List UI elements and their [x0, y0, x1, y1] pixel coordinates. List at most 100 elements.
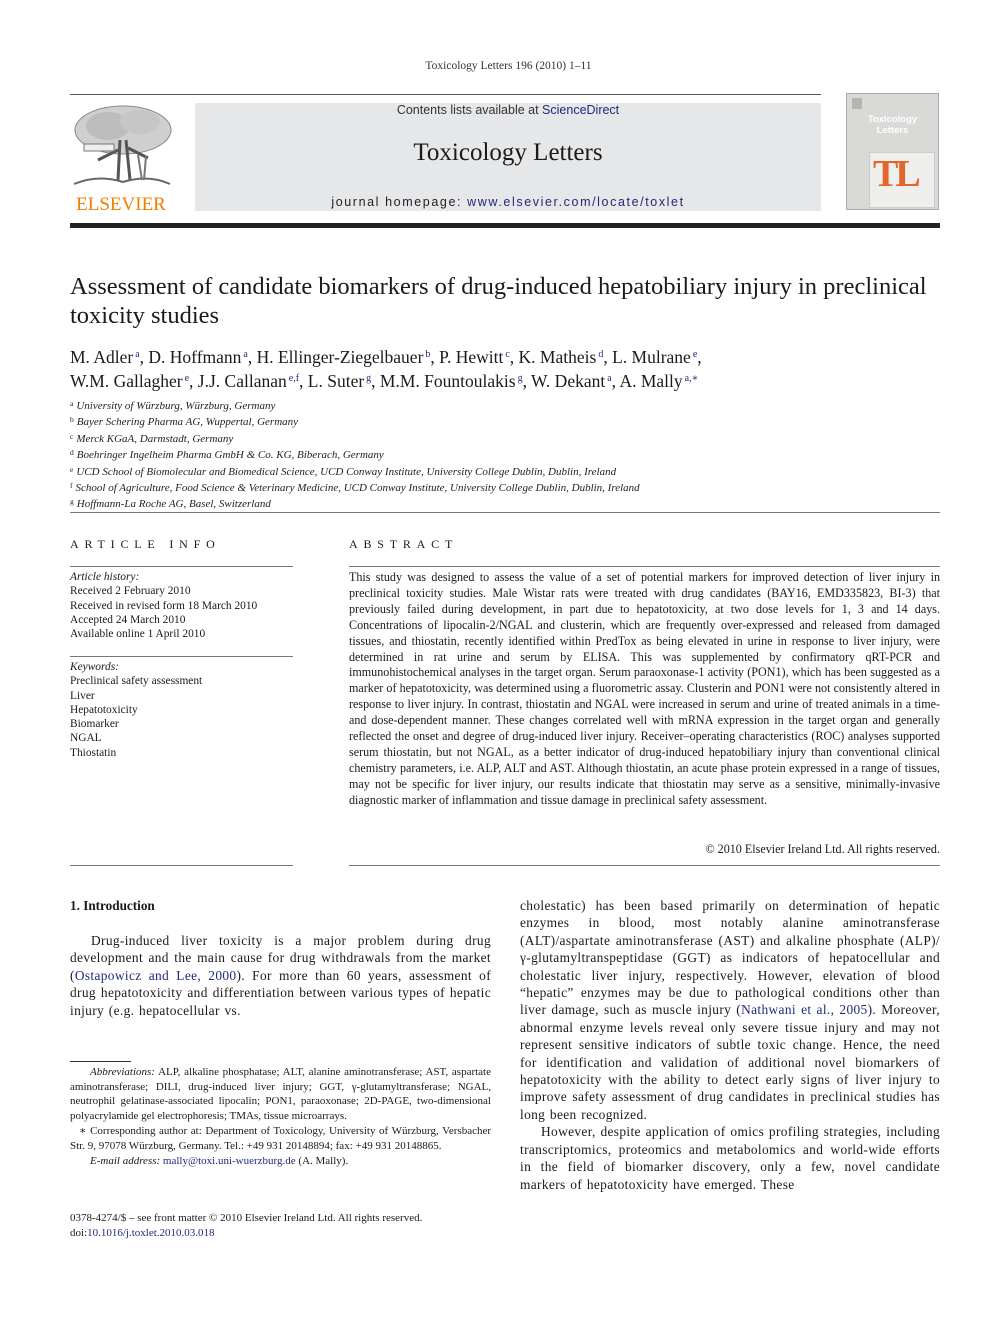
journal-cover[interactable]: Toxicology Letters TL	[846, 93, 939, 210]
affiliation-key: b	[70, 415, 74, 425]
affiliation-text: Bayer Schering Pharma AG, Wuppertal, Ger…	[76, 416, 299, 429]
author: P. Hewitt c,	[439, 347, 518, 367]
running-header: Toxicology Letters 196 (2010) 1–11	[425, 60, 592, 72]
corresponding-author-footnote: ∗ Corresponding author at: Department of…	[70, 1125, 491, 1152]
sciencedirect-link[interactable]: ScienceDirect	[542, 103, 619, 117]
citation-link[interactable]: Nathwani et al., 2005	[741, 1002, 868, 1017]
abstract-heading: ABSTRACT	[349, 537, 459, 551]
author-list: M. Adler a, D. Hoffmann a, H. Ellinger-Zie…	[70, 344, 940, 392]
author-name: W. Dekant	[531, 371, 606, 391]
intro-left-column: Drug-induced liver toxicity is a major p…	[70, 932, 491, 1019]
author-name: L. Mulrane	[612, 347, 691, 367]
author-name: W.M. Gallagher	[70, 371, 183, 391]
issn-line: 0378-4274/$ – see front matter © 2010 El…	[70, 1212, 423, 1224]
intro-right-column: cholestatic) has been based primarily on…	[520, 897, 940, 1193]
affiliation-key: d	[70, 448, 74, 458]
abbreviations-footnote: Abbreviations: ALP, alkaline phosphatase…	[70, 1065, 491, 1123]
banner-rule	[70, 223, 940, 228]
intro-paragraph: cholestatic) has been based primarily on…	[520, 897, 940, 1123]
affiliation: b Bayer Schering Pharma AG, Wuppertal, Ge…	[70, 413, 940, 429]
email-label: E-mail address:	[90, 1154, 161, 1167]
author: M. Adler a,	[70, 347, 148, 367]
author-separator: ,	[299, 371, 308, 391]
author-name: M. Adler	[70, 347, 134, 367]
author-name: M.M. Fountoulakis	[379, 371, 516, 391]
author-name: J.J. Callanan	[197, 371, 287, 391]
author: H. Ellinger-Ziegelbauer b,	[257, 347, 440, 367]
author-name: L. Suter	[307, 371, 365, 391]
journal-homepage: journal homepage: www.elsevier.com/locat…	[195, 195, 821, 209]
cover-publisher-icon	[852, 98, 862, 109]
author-name: P. Hewitt	[439, 347, 504, 367]
author: K. Matheis d,	[519, 347, 613, 367]
affiliation-list: a University of Würzburg, Würzburg, Germa…	[70, 397, 940, 512]
affiliation: e UCD School of Biomolecular and Biomedic…	[70, 463, 940, 479]
article-history: Article history: Received 2 February 201…	[70, 570, 293, 641]
affiliation-text: UCD School of Biomolecular and Biomedica…	[76, 465, 617, 478]
author-separator: ,	[371, 371, 380, 391]
author-separator: ,	[522, 371, 532, 391]
footnote-rule	[70, 1061, 131, 1062]
elsevier-wordmark: ELSEVIER	[76, 194, 166, 215]
email-suffix: (A. Mally).	[295, 1154, 349, 1167]
author-separator: ,	[509, 347, 519, 367]
affiliation-marker[interactable]: a,∗	[685, 373, 699, 384]
history-item: Available online 1 April 2010	[70, 628, 206, 641]
abbreviations-label: Abbreviations:	[90, 1066, 155, 1078]
intro-paragraph: Drug-induced liver toxicity is a major p…	[70, 932, 491, 1019]
doi-link[interactable]: 10.1016/j.toxlet.2010.03.018	[87, 1227, 214, 1239]
abstract-rule	[349, 566, 940, 567]
affiliation-key: f	[70, 481, 73, 491]
cover-title: Toxicology Letters	[847, 114, 938, 136]
author: W. Dekant a,	[531, 371, 619, 391]
keyword-list: Keywords: Preclinical safety assessment …	[70, 660, 293, 760]
author-separator: ,	[247, 347, 257, 367]
affiliation-text: Hoffmann-La Roche AG, Basel, Switzerland	[76, 498, 271, 511]
intro-paragraph: However, despite application of omics pr…	[520, 1124, 940, 1192]
author: A. Mally a,∗	[619, 371, 698, 391]
author: L. Mulrane e,	[612, 347, 702, 367]
homepage-link[interactable]: www.elsevier.com/locate/toxlet	[467, 195, 685, 209]
doi-line: doi:10.1016/j.toxlet.2010.03.018	[70, 1226, 500, 1241]
keyword: NGAL	[70, 732, 102, 745]
homepage-prefix: journal homepage:	[331, 195, 468, 209]
affiliation: g Hoffmann-La Roche AG, Basel, Switzerlan…	[70, 495, 940, 511]
keyword: Thiostatin	[70, 746, 117, 759]
header-rule	[70, 94, 821, 95]
affiliation-text: Boehringer Ingelheim Pharma GmbH & Co. K…	[76, 449, 384, 462]
affiliation: c Merck KGaA, Darmstadt, Germany	[70, 430, 940, 446]
author-separator: ,	[603, 347, 613, 367]
history-item: Accepted 24 March 2010	[70, 613, 186, 626]
info-rule	[70, 865, 293, 866]
affiliation-key: e	[70, 464, 74, 474]
text-run: cholestatic) has been based primarily on…	[520, 898, 940, 1018]
keyword: Liver	[70, 689, 95, 702]
history-item: Received 2 February 2010	[70, 585, 191, 598]
citation-link[interactable]: Ostapowicz and Lee, 2000	[75, 968, 237, 983]
author-name: D. Hoffmann	[148, 347, 242, 367]
footnotes: Abbreviations: ALP, alkaline phosphatase…	[70, 1065, 491, 1168]
author-separator: ,	[430, 347, 440, 367]
affiliation: d Boehringer Ingelheim Pharma GmbH & Co. …	[70, 446, 940, 462]
keyword: Hepatotoxicity	[70, 703, 138, 716]
text-run: ). Moreover, abnormal enzyme levels reve…	[520, 1002, 940, 1122]
author-name: H. Ellinger-Ziegelbauer	[256, 347, 424, 367]
section-heading-introduction: 1. Introduction	[70, 898, 155, 913]
affiliation-text: Merck KGaA, Darmstadt, Germany	[76, 432, 234, 445]
author-name: A. Mally	[619, 371, 683, 391]
keyword: Preclinical safety assessment	[70, 675, 203, 688]
affiliation-key: a	[70, 399, 74, 408]
elsevier-logo[interactable]: ELSEVIER	[68, 100, 174, 216]
affiliation-marker[interactable]: e,f	[289, 373, 299, 384]
affiliation-text: University of Würzburg, Würzburg, German…	[76, 400, 276, 412]
info-rule	[70, 656, 293, 657]
keywords-label: Keywords:	[70, 661, 119, 673]
article-title: Assessment of candidate biomarkers of dr…	[70, 273, 927, 329]
abstract-text: This study was designed to assess the va…	[349, 570, 940, 807]
keyword: Biomarker	[70, 718, 119, 731]
publication-info: 0378-4274/$ – see front matter © 2010 El…	[70, 1211, 500, 1241]
author: D. Hoffmann a,	[148, 347, 256, 367]
contents-line: Contents lists available at ScienceDirec…	[195, 103, 821, 117]
author-name: K. Matheis	[518, 347, 597, 367]
email-link[interactable]: mally@toxi.uni-wuerzburg.de	[163, 1155, 296, 1167]
